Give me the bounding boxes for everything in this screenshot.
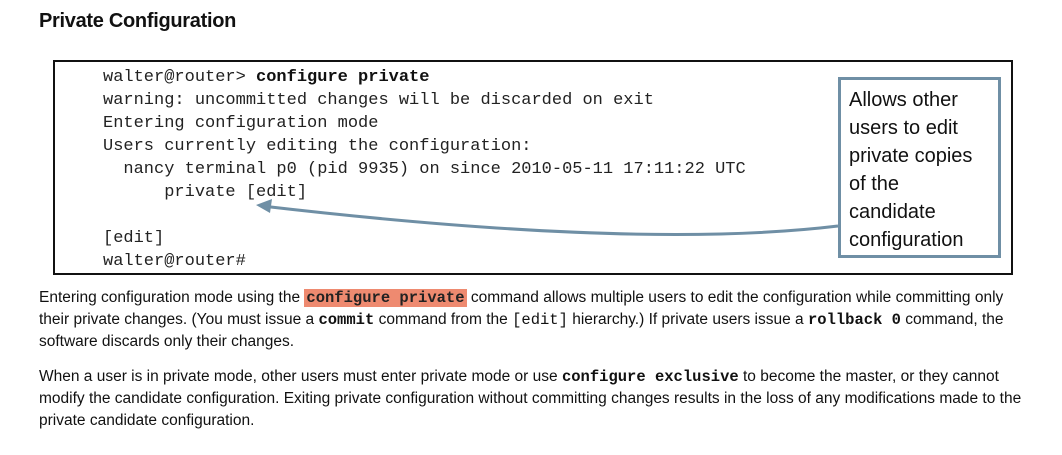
para1-text-3: command from the (374, 311, 513, 328)
paragraph-2: When a user is in private mode, other us… (39, 366, 1029, 432)
para2-text-1: When a user is in private mode, other us… (39, 368, 562, 385)
edit-hierarchy: [edit] (512, 311, 568, 329)
paragraph-1: Entering configuration mode using the co… (39, 287, 1029, 353)
commit-command: commit (318, 311, 375, 329)
para1-text-1: Entering configuration mode using the (39, 289, 305, 306)
callout-box: Allows other users to edit private copie… (838, 77, 1001, 258)
rollback-command: rollback 0 (807, 311, 901, 329)
highlighted-command: configure private (304, 289, 467, 307)
callout-arrow-head (256, 199, 272, 213)
configure-exclusive-command: configure exclusive (561, 368, 739, 386)
callout-arrow-line (261, 204, 839, 236)
para1-text-4: hierarchy.) If private users issue a (567, 311, 808, 328)
